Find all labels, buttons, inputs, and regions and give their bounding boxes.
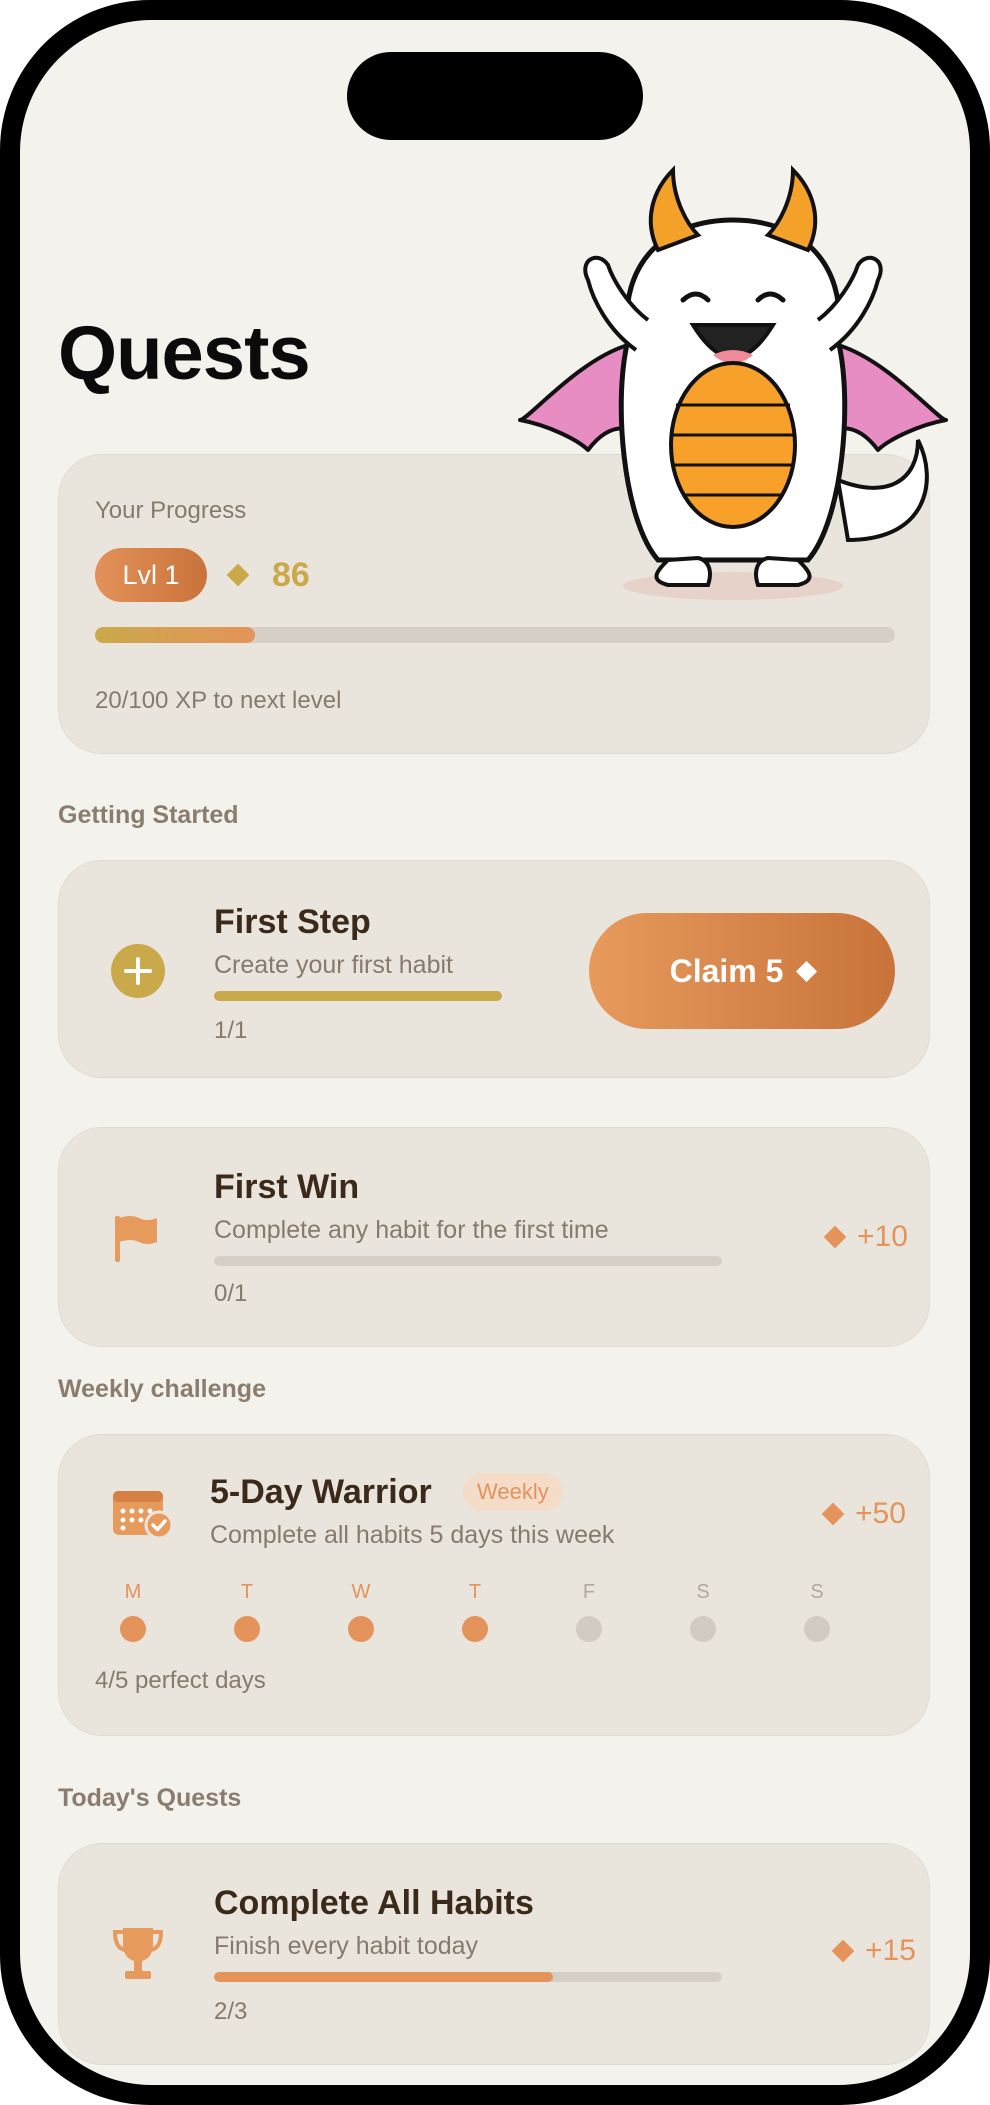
weekday-letter: S: [696, 1581, 710, 1603]
weekday-dot-pending: [690, 1616, 716, 1642]
gem-icon: [226, 563, 250, 587]
weekday-5: S: [683, 1581, 723, 1642]
trophy-icon: [112, 1928, 164, 1979]
weekday-dot-pending: [576, 1616, 602, 1642]
weekday-dot-done: [120, 1616, 146, 1642]
gem-icon: [823, 1225, 847, 1249]
quest-progress-fill: [214, 1972, 553, 1982]
quest-count: 1/1: [214, 1017, 248, 1044]
xp-progress-fill: [95, 627, 255, 643]
quest-title: Complete All Habits: [214, 1884, 534, 1922]
section-weekly-challenge: Weekly challenge: [58, 1375, 266, 1403]
quest-card-first-win: First Win Complete any habit for the fir…: [58, 1127, 930, 1347]
weekday-dot-done: [462, 1616, 488, 1642]
quest-subtitle: Create your first habit: [214, 951, 453, 979]
weekday-3: T: [455, 1581, 495, 1642]
quest-card-first-step: First Step Create your first habit 1/1 C…: [58, 860, 930, 1078]
quest-card-weekly-warrior: 5-Day Warrior Weekly Complete all habits…: [58, 1434, 930, 1736]
weekday-letter: T: [468, 1581, 482, 1603]
gem-icon: [796, 960, 818, 982]
level-badge: Lvl 1: [95, 548, 207, 602]
xp-progress-bar: [95, 627, 895, 643]
weekday-1: T: [227, 1581, 267, 1642]
quest-progress-bar: [214, 991, 502, 1001]
weekday-letter: T: [240, 1581, 254, 1603]
xp-text: 20/100 XP to next level: [95, 687, 342, 714]
dynamic-island: [347, 52, 643, 140]
quest-count: 4/5 perfect days: [95, 1667, 266, 1694]
quest-title: First Step: [214, 903, 371, 941]
claim-button-label: Claim 5: [669, 952, 784, 989]
quest-count: 0/1: [214, 1280, 248, 1307]
plus-circle-icon: [111, 944, 165, 998]
phone-frame: Quests Your Progress Lvl 1 86 20/100 XP …: [0, 0, 990, 2105]
weekly-tag: Weekly: [463, 1473, 563, 1511]
gem-icon: [831, 1939, 855, 1963]
gem-count: 86: [272, 556, 310, 594]
quest-title: First Win: [214, 1168, 360, 1206]
gem-icon: [821, 1502, 845, 1526]
quest-reward: +50: [821, 1497, 906, 1531]
quest-subtitle: Finish every habit today: [214, 1932, 479, 1960]
weekday-4: F: [569, 1581, 609, 1642]
quest-reward: +10: [823, 1220, 908, 1254]
reward-value: +50: [855, 1497, 906, 1530]
weekday-0: M: [113, 1581, 153, 1642]
weekday-dot-done: [234, 1616, 260, 1642]
screen: Quests Your Progress Lvl 1 86 20/100 XP …: [20, 20, 970, 2085]
quest-title: 5-Day Warrior: [210, 1473, 432, 1511]
weekday-letter: M: [124, 1581, 142, 1603]
weekday-letter: S: [810, 1581, 824, 1603]
reward-value: +10: [857, 1220, 908, 1253]
weekday-dot-pending: [804, 1616, 830, 1642]
quest-progress-fill: [214, 991, 502, 1001]
quest-progress-bar: [214, 1256, 722, 1266]
section-todays-quests: Today's Quests: [58, 1784, 242, 1812]
weekday-dot-done: [348, 1616, 374, 1642]
calendar-check-icon: [113, 1491, 174, 1540]
quest-subtitle: Complete any habit for the first time: [214, 1216, 609, 1244]
page-title: Quests: [58, 311, 311, 396]
quest-count: 2/3: [214, 1998, 248, 2025]
flag-icon: [115, 1216, 157, 1262]
weekday-2: W: [341, 1581, 381, 1642]
weekday-6: S: [797, 1581, 837, 1642]
quest-reward: +15: [831, 1934, 916, 1968]
quest-card-complete-all: Complete All Habits Finish every habit t…: [58, 1843, 930, 2065]
weekday-letter: W: [351, 1581, 371, 1603]
reward-value: +15: [865, 1934, 916, 1967]
dragon-mascot: [518, 165, 948, 600]
quest-progress-bar: [214, 1972, 722, 1982]
weekday-letter: F: [582, 1581, 596, 1603]
section-getting-started: Getting Started: [58, 801, 239, 829]
quest-subtitle: Complete all habits 5 days this week: [210, 1521, 615, 1549]
progress-label: Your Progress: [95, 497, 247, 524]
claim-button[interactable]: Claim 5: [589, 913, 895, 1029]
